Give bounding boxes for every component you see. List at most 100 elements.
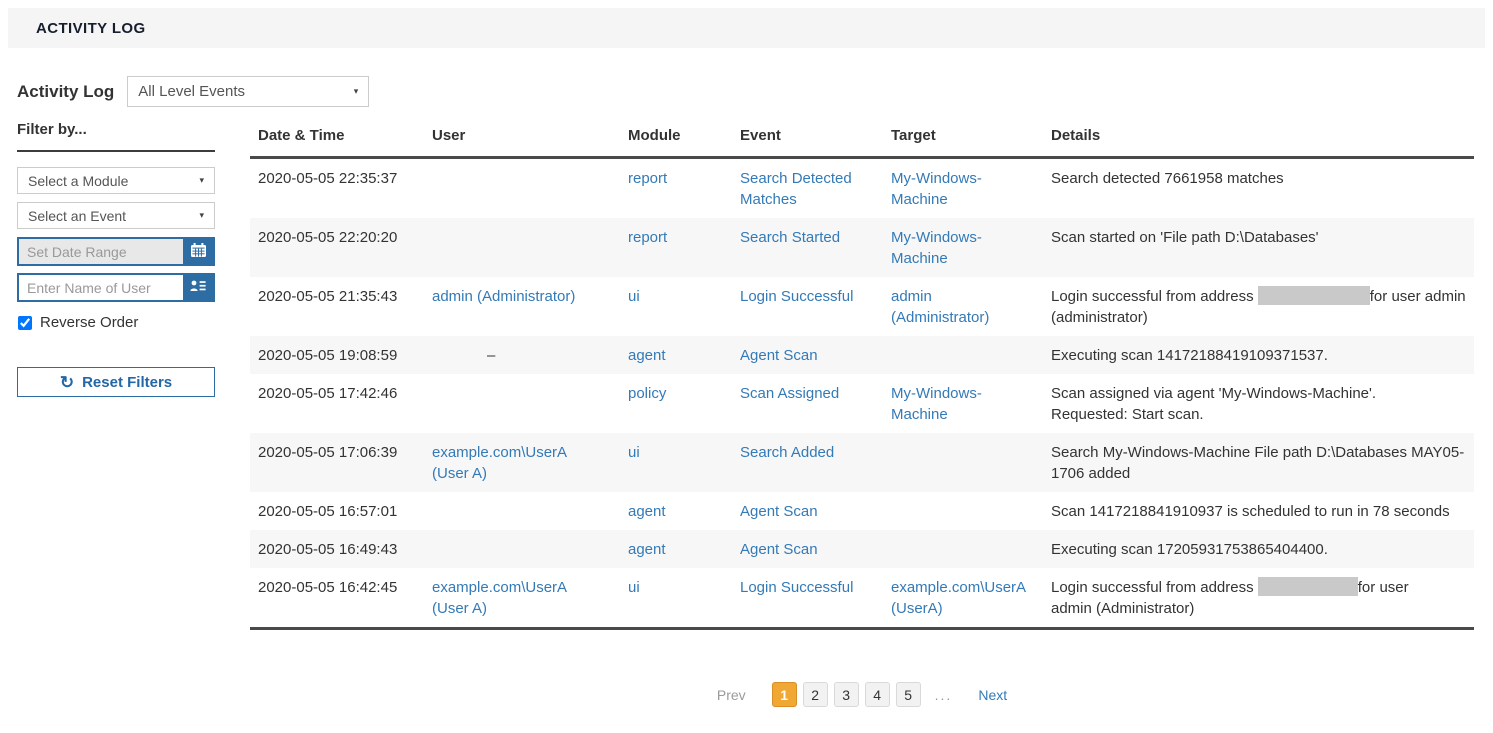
module-link[interactable]: ui (628, 288, 640, 305)
event-link[interactable]: Agent Scan (740, 503, 818, 520)
table-header-row: Date & Time User Module Event Target Det… (250, 121, 1474, 158)
cell-datetime: 2020-05-05 17:42:46 (250, 374, 424, 433)
chevron-down-icon: ▾ (354, 86, 359, 97)
redacted-address (1258, 577, 1358, 596)
page-button-4[interactable]: 4 (865, 682, 890, 707)
target-link[interactable]: admin (Administrator) (891, 288, 989, 326)
level-filter-select[interactable]: All Level Events ▾ (127, 76, 369, 107)
calendar-button[interactable] (183, 239, 213, 264)
cell-target (883, 530, 1043, 568)
cell-event: Search Detected Matches (732, 158, 883, 219)
pagination-pages: 12345 (772, 682, 921, 707)
module-link[interactable]: agent (628, 541, 666, 558)
event-select[interactable]: Select an Event ▾ (17, 202, 215, 229)
event-link[interactable]: Agent Scan (740, 347, 818, 364)
cell-event: Agent Scan (732, 530, 883, 568)
event-link[interactable]: Scan Assigned (740, 385, 839, 402)
target-link[interactable]: My-Windows-Machine (891, 170, 982, 208)
user-dash: – (487, 347, 495, 364)
target-link[interactable]: My-Windows-Machine (891, 229, 982, 267)
cell-module: agent (620, 530, 732, 568)
cell-user (424, 492, 620, 530)
cell-module: ui (620, 433, 732, 492)
event-link[interactable]: Search Added (740, 444, 834, 461)
date-range-input[interactable] (19, 239, 183, 264)
module-link[interactable]: report (628, 170, 667, 187)
event-link[interactable]: Agent Scan (740, 541, 818, 558)
event-link[interactable]: Search Started (740, 229, 840, 246)
cell-module: report (620, 158, 732, 219)
cell-event: Login Successful (732, 568, 883, 629)
column-header-datetime: Date & Time (250, 121, 424, 158)
page-button-2[interactable]: 2 (803, 682, 828, 707)
cell-datetime: 2020-05-05 16:49:43 (250, 530, 424, 568)
cell-datetime: 2020-05-05 16:57:01 (250, 492, 424, 530)
cell-user (424, 158, 620, 219)
module-link[interactable]: agent (628, 503, 666, 520)
app-title: ACTIVITY LOG (36, 20, 146, 37)
event-link[interactable]: Login Successful (740, 288, 853, 305)
cell-details: Scan started on 'File path D:\Databases' (1043, 218, 1474, 277)
cell-module: policy (620, 374, 732, 433)
cell-target: My-Windows-Machine (883, 218, 1043, 277)
cell-details: Search detected 7661958 matches (1043, 158, 1474, 219)
cell-module: ui (620, 568, 732, 629)
module-select[interactable]: Select a Module ▾ (17, 167, 215, 194)
module-link[interactable]: policy (628, 385, 666, 402)
table-row: 2020-05-05 22:20:20reportSearch StartedM… (250, 218, 1474, 277)
page-button-3[interactable]: 3 (834, 682, 859, 707)
reverse-order-label: Reverse Order (40, 314, 138, 331)
module-link[interactable]: report (628, 229, 667, 246)
column-header-event: Event (732, 121, 883, 158)
cell-target (883, 492, 1043, 530)
table-row: 2020-05-05 21:35:43admin (Administrator)… (250, 277, 1474, 336)
table-row: 2020-05-05 19:08:59–agentAgent ScanExecu… (250, 336, 1474, 374)
target-link[interactable]: My-Windows-Machine (891, 385, 982, 423)
user-link[interactable]: example.com\UserA (User A) (432, 444, 566, 482)
table-row: 2020-05-05 22:35:37 report Search Detected… (250, 158, 1474, 219)
target-link[interactable]: example.com\UserA (UserA) (891, 579, 1025, 617)
user-link[interactable]: example.com\UserA (User A) (432, 579, 566, 617)
cell-details: Scan 1417218841910937 is scheduled to ru… (1043, 492, 1474, 530)
module-link[interactable]: ui (628, 579, 640, 596)
cell-details: Login successful from address for user a… (1043, 568, 1474, 629)
cell-details: Executing scan 14172188419109371537. (1043, 336, 1474, 374)
cell-module: ui (620, 277, 732, 336)
cell-details: Scan assigned via agent 'My-Windows-Mach… (1043, 374, 1474, 433)
event-link[interactable]: Login Successful (740, 579, 853, 596)
cell-event: Login Successful (732, 277, 883, 336)
event-link[interactable]: Search Detected Matches (740, 170, 852, 208)
table-row: 2020-05-05 16:42:45example.com\UserA (Us… (250, 568, 1474, 629)
event-select-value: Select an Event (28, 208, 126, 224)
pagination-ellipsis: ... (935, 687, 953, 703)
cell-event: Scan Assigned (732, 374, 883, 433)
prev-page-button[interactable]: Prev (717, 687, 746, 703)
page-button-5[interactable]: 5 (896, 682, 921, 707)
column-header-details: Details (1043, 121, 1474, 158)
cell-module: agent (620, 492, 732, 530)
cell-module: agent (620, 336, 732, 374)
cell-target: example.com\UserA (UserA) (883, 568, 1043, 629)
module-select-value: Select a Module (28, 173, 128, 189)
page-title: Activity Log (17, 82, 114, 102)
table-row: 2020-05-05 17:42:46 policy Scan Assigned My… (250, 374, 1474, 433)
activity-table: Date & Time User Module Event Target Det… (250, 121, 1474, 630)
page-button-1[interactable]: 1 (772, 682, 797, 707)
user-list-icon (190, 280, 206, 295)
pagination: Prev 12345 ... Next (250, 682, 1474, 707)
next-page-button[interactable]: Next (978, 687, 1007, 703)
user-link[interactable]: admin (Administrator) (432, 288, 575, 305)
cell-module: report (620, 218, 732, 277)
module-link[interactable]: agent (628, 347, 666, 364)
user-lookup-button[interactable] (183, 275, 213, 300)
user-name-input[interactable] (19, 275, 183, 300)
cell-details: Executing scan 17205931753865404400. (1043, 530, 1474, 568)
column-header-target: Target (883, 121, 1043, 158)
cell-datetime: 2020-05-05 22:35:37 (250, 158, 424, 219)
cell-datetime: 2020-05-05 16:42:45 (250, 568, 424, 629)
module-link[interactable]: ui (628, 444, 640, 461)
reverse-order-checkbox[interactable] (18, 316, 32, 330)
date-range-group (17, 237, 215, 266)
reset-filters-button[interactable]: ↻ Reset Filters (17, 367, 215, 397)
cell-details: Search My-Windows-Machine File path D:\D… (1043, 433, 1474, 492)
